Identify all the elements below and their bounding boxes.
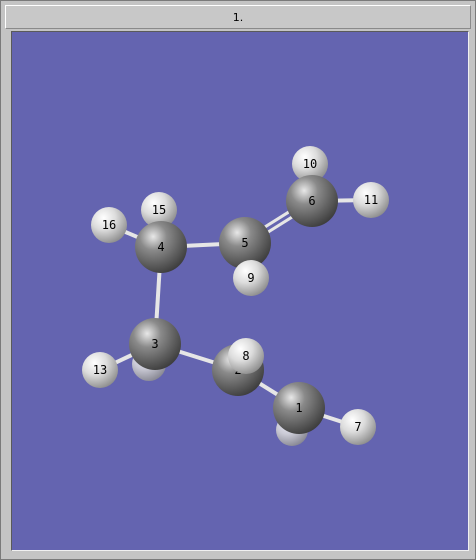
atom-label: 9 [247,271,254,285]
atom-6-carbon[interactable]: 6 [286,175,338,227]
atom-label: 11 [364,193,378,207]
molecule-canvas[interactable]: 2110153456791113168 [12,32,468,550]
atom-16-hydrogen[interactable]: 16 [91,207,127,243]
atom-4-carbon[interactable]: 4 [135,221,187,273]
atom-label: 3 [151,337,158,351]
atom-3-carbon[interactable]: 3 [129,318,181,370]
atom-label: 16 [102,218,116,232]
atom-13-hydrogen[interactable]: 13 [82,352,118,388]
atom-label: 8 [242,349,249,363]
atom-label: 5 [241,236,248,250]
atom-1-carbon[interactable]: 1 [273,382,325,434]
atom-11-hydrogen[interactable]: 11 [353,182,389,218]
atom-label: 4 [157,240,164,254]
atom-7-hydrogen[interactable]: 7 [340,409,376,445]
atom-label: 13 [93,363,107,377]
window-title: 1. [232,10,244,24]
molecule-viewport[interactable]: 2110153456791113168 [11,31,469,551]
molecule-viewer-window: 1. 2110153456791113168 [0,0,476,560]
atom-label: 15 [152,203,166,217]
atom-label: 7 [354,420,361,434]
window-titlebar[interactable]: 1. [5,5,471,29]
atom-label: 6 [308,194,315,208]
atom-label: 10 [303,157,317,171]
atoms-layer: 2110153456791113168 [82,146,389,446]
atom-9-hydrogen[interactable]: 9 [233,260,269,296]
atom-label: 1 [295,401,302,415]
atom-8-hydrogen[interactable]: 8 [228,338,264,374]
